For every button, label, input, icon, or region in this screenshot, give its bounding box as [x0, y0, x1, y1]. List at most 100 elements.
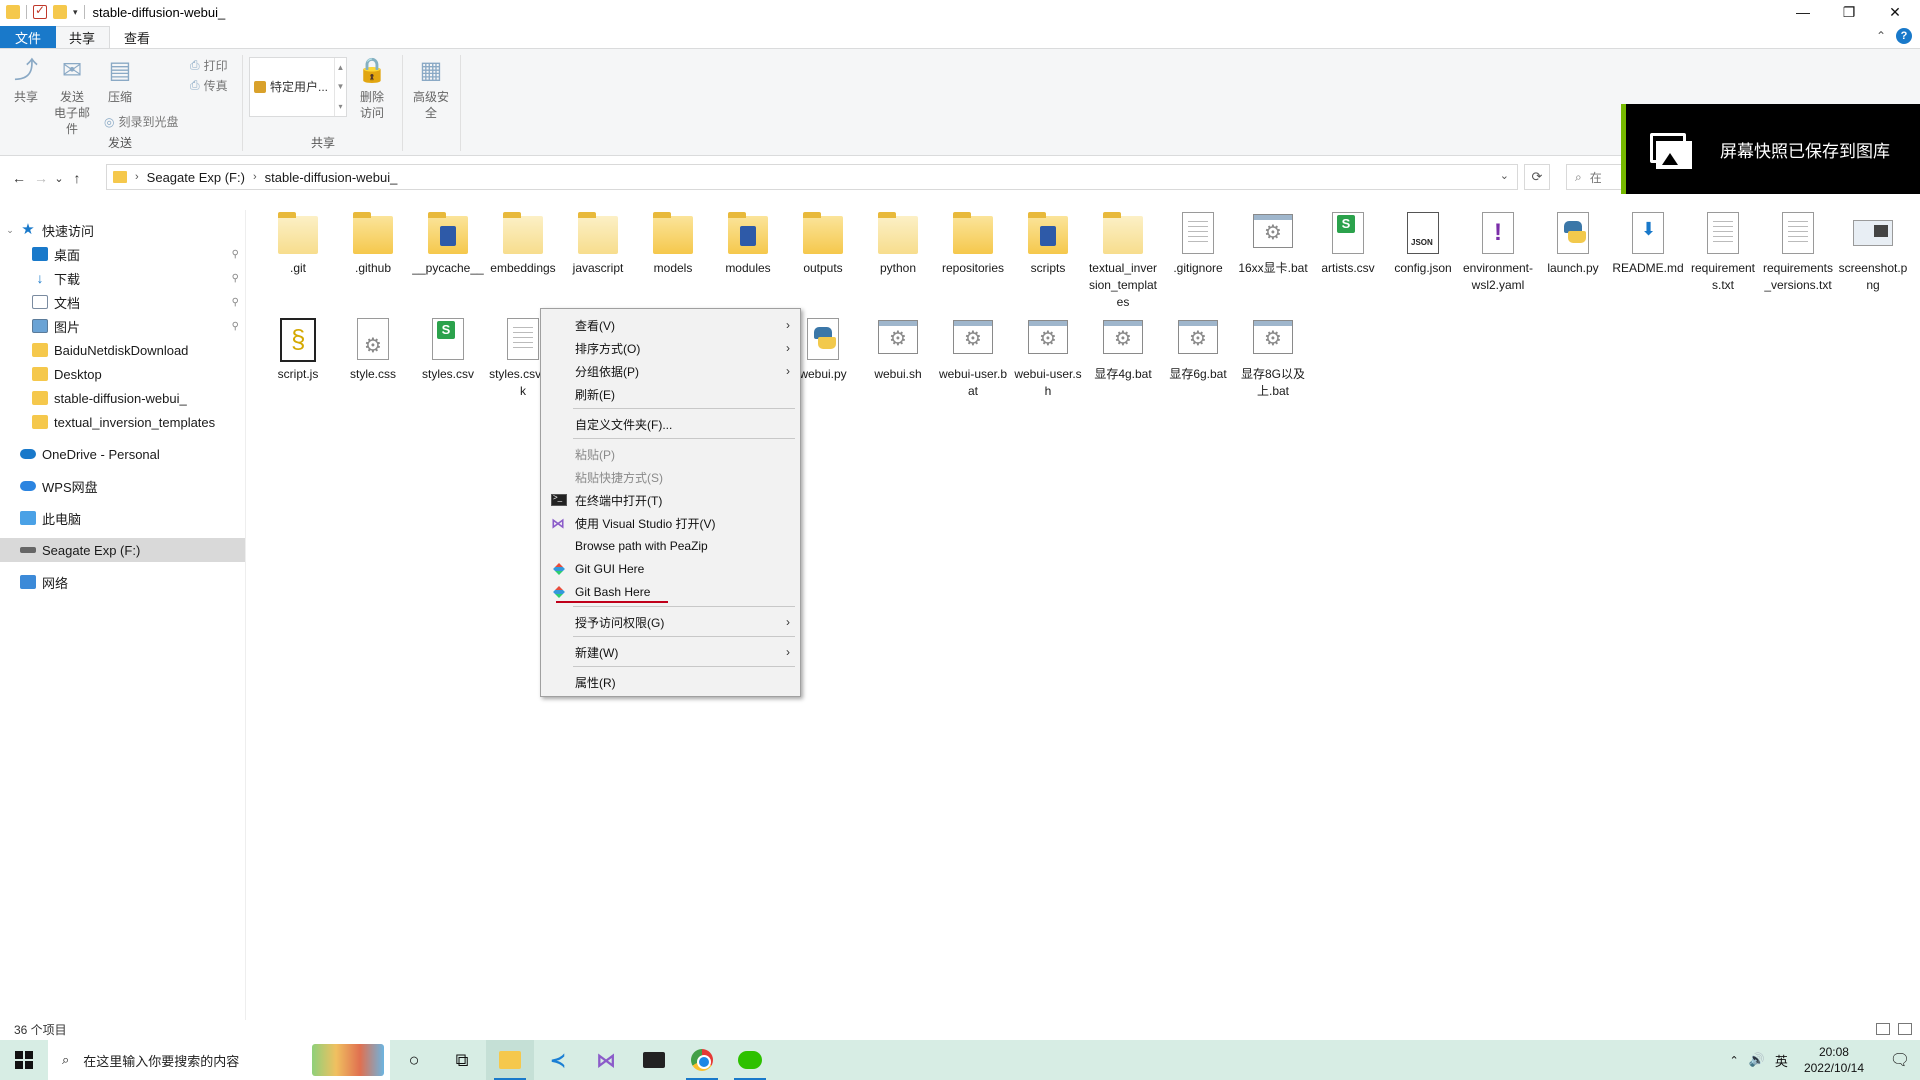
- menu-item-refresh[interactable]: 刷新(E): [541, 383, 800, 405]
- refresh-button[interactable]: ⟳: [1524, 164, 1550, 190]
- clock[interactable]: 20:08 2022/10/14: [1804, 1044, 1864, 1076]
- file-item[interactable]: embeddings: [487, 210, 559, 277]
- file-item[interactable]: textual_inversion_templates: [1087, 210, 1159, 311]
- breadcrumb-separator[interactable]: ›: [135, 171, 139, 183]
- sidebar-item-documents[interactable]: 文档 ⚲: [0, 290, 245, 314]
- address-bar[interactable]: › Seagate Exp (F:) › stable-diffusion-we…: [106, 164, 1518, 190]
- tab-view[interactable]: 查看: [110, 26, 164, 48]
- sidebar-item-quick-access[interactable]: ⌄ ★ 快速访问: [0, 218, 245, 242]
- taskbar-app-terminal[interactable]: [630, 1040, 678, 1080]
- pin-icon[interactable]: ⚲: [232, 297, 239, 308]
- specific-user-item[interactable]: 特定用户...: [254, 78, 328, 95]
- scroll-down-icon[interactable]: ▼: [337, 82, 345, 91]
- print-button[interactable]: ⎙ 打印: [190, 57, 228, 74]
- file-item[interactable]: environment-wsl2.yaml: [1462, 210, 1534, 294]
- cortana-button[interactable]: ○: [390, 1040, 438, 1080]
- minimize-button[interactable]: —: [1780, 0, 1826, 24]
- input-method-indicator[interactable]: 英: [1775, 1051, 1788, 1070]
- sidebar-item-seagate[interactable]: Seagate Exp (F:): [0, 538, 245, 562]
- pin-icon[interactable]: ⚲: [232, 249, 239, 260]
- burn-disc-button[interactable]: ◎ 刻录到光盘: [104, 113, 179, 130]
- file-item[interactable]: webui-user.sh: [1012, 316, 1084, 400]
- file-item[interactable]: models: [637, 210, 709, 277]
- search-highlight-image[interactable]: [312, 1044, 384, 1076]
- menu-item-open-terminal[interactable]: 在终端中打开(T): [541, 489, 800, 511]
- menu-item-new[interactable]: 新建(W) ›: [541, 641, 800, 663]
- close-button[interactable]: ✕: [1872, 0, 1918, 24]
- chevron-up-icon[interactable]: ⌃: [1876, 29, 1886, 43]
- expand-icon[interactable]: ▾: [338, 102, 342, 111]
- sidebar-item-onedrive[interactable]: OneDrive - Personal: [0, 442, 245, 466]
- expand-icon[interactable]: ⌄: [0, 225, 20, 236]
- menu-item-view[interactable]: 查看(V) ›: [541, 314, 800, 336]
- file-item[interactable]: styles.csv: [412, 316, 484, 383]
- share-with-list[interactable]: 特定用户... ▲ ▼ ▾: [249, 57, 347, 117]
- menu-item-customize[interactable]: 自定义文件夹(F)...: [541, 413, 800, 435]
- file-item[interactable]: requirements_versions.txt: [1762, 210, 1834, 294]
- file-item[interactable]: requirements.txt: [1687, 210, 1759, 294]
- file-item[interactable]: 16xx显卡.bat: [1237, 210, 1309, 277]
- help-icon[interactable]: ?: [1896, 28, 1912, 44]
- screenshot-saved-notification[interactable]: 屏幕快照已保存到图库: [1621, 104, 1920, 194]
- zip-button[interactable]: ▤ 压缩: [98, 55, 142, 105]
- file-item[interactable]: screenshot.png: [1837, 210, 1909, 294]
- menu-item-git-bash[interactable]: Git Bash Here: [541, 581, 800, 603]
- file-item[interactable]: .git: [262, 210, 334, 277]
- file-item[interactable]: style.css: [337, 316, 409, 383]
- sidebar-item-stable-diffusion[interactable]: stable-diffusion-webui_: [0, 386, 245, 410]
- sidebar-item-downloads[interactable]: ↓ 下载 ⚲: [0, 266, 245, 290]
- file-item[interactable]: javascript: [562, 210, 634, 277]
- notification-center-icon[interactable]: 🗨: [1880, 1050, 1920, 1070]
- taskbar-app-file-explorer[interactable]: [486, 1040, 534, 1080]
- file-item[interactable]: .gitignore: [1162, 210, 1234, 277]
- file-item[interactable]: launch.py: [1537, 210, 1609, 277]
- menu-item-git-gui[interactable]: Git GUI Here: [541, 558, 800, 580]
- file-item[interactable]: 显存4g.bat: [1087, 316, 1159, 383]
- breadcrumb-separator[interactable]: ›: [253, 171, 257, 183]
- search-input[interactable]: ⌕ 在: [1566, 164, 1626, 190]
- sidebar-item-network[interactable]: 网络: [0, 570, 245, 594]
- file-item[interactable]: python: [862, 210, 934, 277]
- large-icons-view-icon[interactable]: [1898, 1023, 1912, 1035]
- sidebar-item-desktop[interactable]: 桌面 ⚲: [0, 242, 245, 266]
- tab-share[interactable]: 共享: [54, 26, 111, 48]
- email-button[interactable]: ✉ 发送 电子邮件: [50, 55, 94, 137]
- file-item[interactable]: webui-user.bat: [937, 316, 1009, 400]
- breadcrumb-folder[interactable]: stable-diffusion-webui_: [265, 170, 398, 185]
- sidebar-item-wps[interactable]: WPS网盘: [0, 474, 245, 498]
- menu-item-sort[interactable]: 排序方式(O) ›: [541, 337, 800, 359]
- file-item[interactable]: .github: [337, 210, 409, 277]
- advanced-security-button[interactable]: ▦ 高级安全: [408, 55, 454, 121]
- menu-item-properties[interactable]: 属性(R): [541, 671, 800, 693]
- file-item[interactable]: scripts: [1012, 210, 1084, 277]
- file-item[interactable]: config.json: [1387, 210, 1459, 277]
- tab-file[interactable]: 文件: [0, 26, 56, 48]
- restore-button[interactable]: ❐: [1826, 0, 1872, 24]
- file-item[interactable]: 显存8G以及上.bat: [1237, 316, 1309, 400]
- menu-item-group[interactable]: 分组依据(P) ›: [541, 360, 800, 382]
- file-item[interactable]: outputs: [787, 210, 859, 277]
- sidebar-item-pictures[interactable]: 图片 ⚲: [0, 314, 245, 338]
- details-view-icon[interactable]: [1876, 1023, 1890, 1035]
- fax-button[interactable]: ⎙ 传真: [190, 77, 228, 94]
- taskbar-app-chrome[interactable]: [678, 1040, 726, 1080]
- forward-button[interactable]: →: [30, 170, 52, 186]
- start-button[interactable]: [0, 1040, 48, 1080]
- address-dropdown-button[interactable]: ⌄: [1500, 169, 1509, 182]
- sidebar-item-desktop-folder[interactable]: Desktop: [0, 362, 245, 386]
- pin-icon[interactable]: ⚲: [232, 273, 239, 284]
- up-button[interactable]: ↑: [66, 170, 88, 186]
- remove-access-button[interactable]: 🔒 删除 访问: [350, 55, 394, 121]
- share-button[interactable]: ⤴ 共享: [4, 55, 48, 105]
- sidebar-item-textual-inversion[interactable]: textual_inversion_templates: [0, 410, 245, 434]
- file-item[interactable]: modules: [712, 210, 784, 277]
- menu-item-peazip[interactable]: Browse path with PeaZip: [541, 535, 800, 557]
- list-scrollbar[interactable]: ▲ ▼ ▾: [334, 58, 346, 116]
- file-item[interactable]: webui.sh: [862, 316, 934, 383]
- taskbar-app-wechat[interactable]: [726, 1040, 774, 1080]
- sidebar-item-this-pc[interactable]: 此电脑: [0, 506, 245, 530]
- properties-quick-icon[interactable]: [33, 3, 47, 19]
- show-hidden-icons-button[interactable]: ⌃: [1730, 1054, 1739, 1067]
- breadcrumb-drive[interactable]: Seagate Exp (F:): [147, 170, 245, 185]
- customize-quick-access-icon[interactable]: ▾: [73, 7, 78, 18]
